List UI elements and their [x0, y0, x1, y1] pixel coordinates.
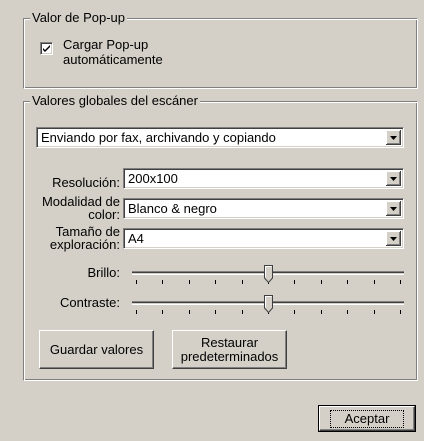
restore-defaults-button-label: Restaurar predeterminados [180, 334, 279, 364]
resolution-select[interactable]: 200x100 [123, 168, 404, 189]
contrast-slider[interactable] [132, 295, 404, 315]
slider-tick [242, 280, 243, 284]
scanner-mode-select[interactable]: Enviando por fax, archivando y copiando [36, 127, 404, 148]
dropdown-arrow-icon[interactable] [386, 171, 401, 186]
contrast-label: Contraste: [60, 295, 120, 310]
scanner-settings-group: Valores globales del escáner Enviando po… [23, 93, 418, 381]
popup-group-title: Valor de Pop-up [30, 10, 127, 26]
save-settings-button-label: Guardar valores [49, 341, 144, 357]
slider-tick [347, 280, 348, 284]
autoload-popup-checkbox[interactable] [40, 42, 53, 55]
scan-size-label-line2: exploración: [49, 237, 120, 252]
slider-tick [294, 310, 295, 314]
slider-tick [374, 280, 375, 284]
scanner-mode-value: Enviando por fax, archivando y copiando [41, 130, 276, 145]
dropdown-arrow-icon[interactable] [386, 231, 401, 246]
dropdown-arrow-icon[interactable] [386, 130, 401, 145]
scan-size-select[interactable]: A4 [123, 228, 404, 249]
autoload-popup-label[interactable]: Cargar Pop-up automáticamente [63, 37, 163, 67]
slider-tick [242, 310, 243, 314]
color-mode-label: Modalidad de color: [24, 195, 120, 221]
restore-defaults-button[interactable]: Restaurar predeterminados [172, 330, 287, 369]
save-settings-button[interactable]: Guardar valores [39, 330, 154, 369]
slider-thumb[interactable] [264, 295, 273, 316]
slider-tick [294, 280, 295, 284]
brightness-slider[interactable] [132, 265, 404, 285]
slider-tick [321, 310, 322, 314]
slider-tick [189, 310, 190, 314]
color-mode-select[interactable]: Blanco & negro [123, 198, 404, 219]
checkmark-icon [43, 45, 50, 52]
resolution-value: 200x100 [128, 171, 178, 186]
dropdown-arrow-icon[interactable] [386, 201, 401, 216]
slider-tick [347, 310, 348, 314]
resolution-label: Resolución: [52, 175, 120, 190]
slider-tick [162, 280, 163, 284]
scan-size-value: A4 [128, 231, 144, 246]
slider-tick [215, 310, 216, 314]
slider-tick [162, 310, 163, 314]
slider-tick [400, 310, 401, 314]
accept-button-label: Aceptar [329, 409, 405, 428]
slider-tick [136, 310, 137, 314]
restore-defaults-label-line1: Restaurar [200, 334, 259, 350]
color-mode-label-line2: color: [88, 207, 120, 222]
slider-tick [215, 280, 216, 284]
autoload-popup-label-line2: automáticamente [63, 52, 163, 67]
restore-defaults-label-line2: predeterminados [180, 348, 279, 364]
color-mode-value: Blanco & negro [128, 201, 217, 216]
scan-size-label: Tamaño de exploración: [24, 225, 120, 251]
autoload-popup-label-line1: Cargar Pop-up [63, 37, 149, 52]
slider-tick [189, 280, 190, 284]
accept-button[interactable]: Aceptar [318, 405, 416, 432]
slider-tick [400, 280, 401, 284]
brightness-label: Brillo: [87, 265, 120, 280]
slider-tick [374, 310, 375, 314]
slider-thumb[interactable] [264, 265, 273, 286]
slider-tick [136, 280, 137, 284]
slider-tick [321, 280, 322, 284]
popup-settings-group: Valor de Pop-up Cargar Pop-up automática… [23, 10, 418, 89]
scanner-group-title: Valores globales del escáner [30, 93, 200, 109]
